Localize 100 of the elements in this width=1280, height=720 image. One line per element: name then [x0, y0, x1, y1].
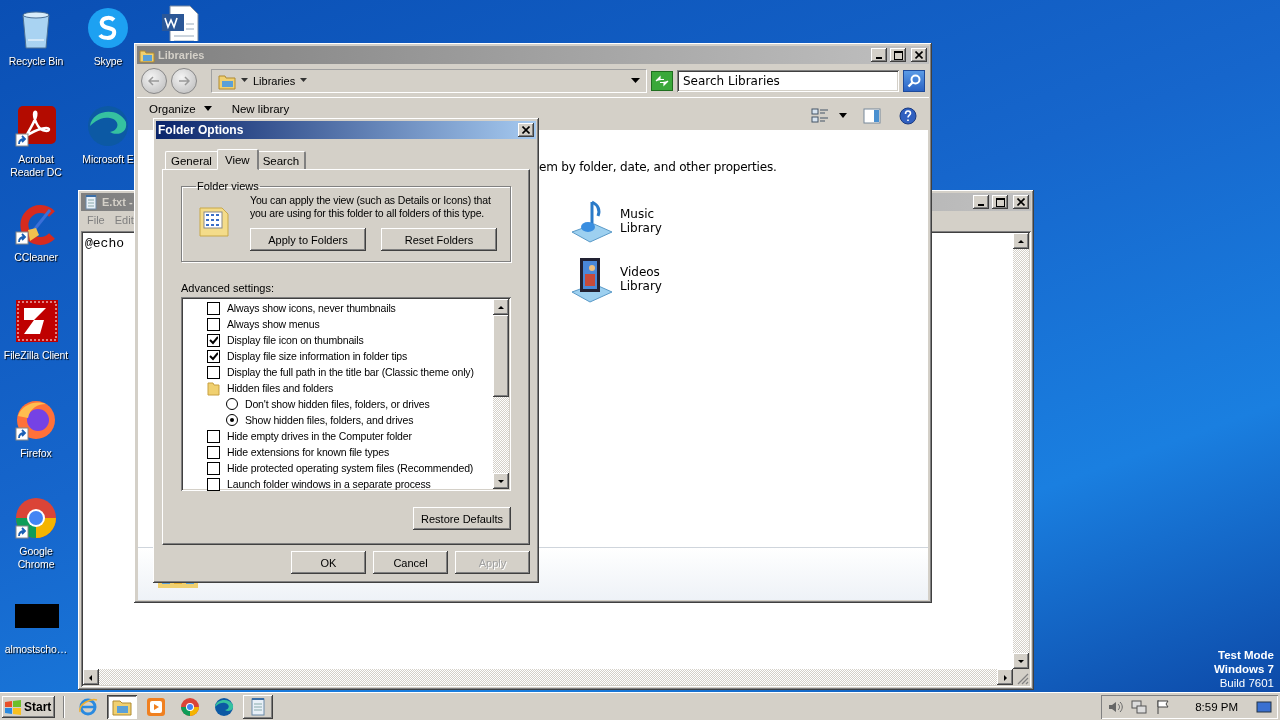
toolbar-button[interactable]: Organize	[149, 101, 212, 116]
checkbox[interactable]	[207, 477, 220, 491]
size-grip-icon[interactable]	[1017, 673, 1029, 685]
setting-label[interactable]: Always show icons, never thumbnails	[227, 302, 396, 314]
action-button[interactable]: Apply to Folders	[250, 228, 366, 251]
taskbar-button[interactable]	[107, 694, 138, 719]
scroll-thumb[interactable]	[493, 315, 509, 397]
icon-label: FileZilla Client	[3, 349, 69, 362]
checkbox[interactable]	[207, 429, 220, 443]
notepad-icon	[83, 194, 99, 210]
setting-label[interactable]: Hide protected operating system files (Recommended)	[227, 462, 474, 474]
setting-label[interactable]: Display file icon on thumbnails	[227, 334, 364, 346]
search-field[interactable]: Search Libraries	[677, 69, 899, 92]
checkbox[interactable]	[207, 349, 220, 363]
library-label[interactable]: Videos Library	[620, 265, 662, 293]
checkbox[interactable]	[207, 317, 220, 331]
refresh-icon	[654, 74, 670, 87]
caret-icon	[241, 78, 248, 83]
group-label: Folder views	[196, 180, 260, 192]
caret-icon	[631, 77, 640, 84]
icon-label: Firefox	[20, 447, 52, 460]
action-button[interactable]: Reset Folders	[381, 228, 497, 251]
forward-button[interactable]	[171, 67, 197, 94]
search-button[interactable]	[903, 69, 925, 92]
scroll-down-button[interactable]	[1013, 653, 1029, 669]
back-button[interactable]	[141, 67, 167, 94]
help-icon[interactable]	[899, 106, 917, 125]
show-desktop-icon[interactable]	[1256, 698, 1272, 715]
window-title: E.txt -	[102, 196, 133, 208]
caret-icon	[203, 106, 212, 111]
icon-label: Microsoft E	[82, 153, 134, 166]
checkbox[interactable]	[207, 445, 220, 459]
tab[interactable]: Search	[256, 151, 307, 169]
arrow-left-icon	[148, 75, 160, 86]
dialog-button[interactable]: Cancel	[373, 551, 448, 574]
restore-defaults-button[interactable]: Restore Defaults	[413, 507, 511, 530]
close-icon	[1017, 198, 1025, 206]
scroll-up-button[interactable]	[493, 299, 509, 315]
checkbox[interactable]	[207, 461, 220, 475]
setting-label[interactable]: Don't show hidden files, folders, or drives	[245, 398, 430, 410]
radio-button[interactable]	[226, 414, 238, 426]
icon-label: Recycle Bin	[8, 55, 64, 68]
setting-label[interactable]: Always show menus	[227, 318, 320, 330]
minimize-icon	[978, 204, 984, 206]
tab[interactable]: General	[165, 151, 219, 169]
watermark-text: Windows 7	[1214, 662, 1274, 676]
library-icon	[139, 47, 155, 63]
maximize-icon	[893, 50, 903, 60]
setting-label[interactable]: Show hidden files, folders, and drives	[245, 414, 414, 426]
scroll-down-button[interactable]	[493, 473, 509, 489]
scroll-left-button[interactable]	[83, 669, 99, 685]
view-options-icon[interactable]	[811, 107, 829, 124]
icon-label: Google Chrome	[16, 545, 56, 571]
minimize-icon	[876, 57, 882, 59]
toolbar-button[interactable]: New library	[231, 101, 290, 116]
close-button[interactable]	[518, 123, 534, 137]
tab[interactable]: View	[216, 149, 259, 170]
description-text: You can apply the view (such as Details or Icons) that you are using for this folder to all folders of this type.	[250, 194, 492, 220]
arrow-right-icon	[178, 75, 190, 86]
checkbox[interactable]	[207, 333, 220, 347]
radio-button[interactable]	[226, 398, 238, 410]
folder-view-icon	[198, 204, 230, 238]
text-line: @echo	[85, 236, 124, 251]
start-button[interactable]: Start	[2, 695, 56, 718]
close-icon	[915, 51, 923, 59]
icon-label: Acrobat Reader DC	[9, 153, 63, 179]
watermark-text: Build 7601	[1219, 676, 1274, 690]
caret-icon	[300, 78, 308, 83]
icon-label: CCleaner	[14, 251, 58, 264]
address-bar[interactable]: Libraries	[211, 68, 647, 93]
dialog-button[interactable]: OK	[291, 551, 366, 574]
refresh-button[interactable]	[651, 70, 673, 91]
network-icon[interactable]	[1131, 698, 1148, 715]
setting-label[interactable]: Hide extensions for known file types	[227, 446, 390, 458]
setting-label[interactable]: Display the full path in the title bar (Classic theme only)	[227, 366, 474, 378]
setting-label[interactable]: Launch folder windows in a separate process	[227, 478, 431, 490]
scroll-up-button[interactable]	[1013, 233, 1029, 249]
icon-label: almostscho…	[4, 643, 68, 656]
description-text: em by folder, date, and other properties.	[539, 160, 778, 174]
group-label: Hidden files and folders	[227, 382, 334, 394]
checkbox[interactable]	[207, 365, 220, 379]
scroll-right-button[interactable]	[997, 669, 1013, 685]
checkbox[interactable]	[207, 301, 220, 315]
setting-label[interactable]: Hide empty drives in the Computer folder	[227, 430, 412, 442]
section-label: Advanced settings:	[181, 282, 275, 294]
clock: 8:59 PM	[1195, 700, 1238, 713]
maximize-icon	[995, 197, 1005, 207]
breadcrumb[interactable]: Libraries	[253, 74, 296, 87]
taskbar-button[interactable]	[243, 694, 274, 719]
search-icon	[907, 73, 921, 88]
watermark-text: Test Mode	[1218, 648, 1274, 662]
folder-icon	[207, 380, 220, 396]
close-icon	[522, 126, 530, 134]
setting-label[interactable]: Display file size information in folder tips	[227, 350, 408, 362]
caret-icon[interactable]	[839, 113, 847, 118]
flag-icon[interactable]	[1155, 698, 1172, 715]
windows-logo-icon	[4, 698, 22, 715]
preview-pane-icon[interactable]	[863, 107, 881, 124]
icon-label: Skype	[93, 55, 123, 68]
library-label[interactable]: Music Library	[620, 207, 662, 235]
